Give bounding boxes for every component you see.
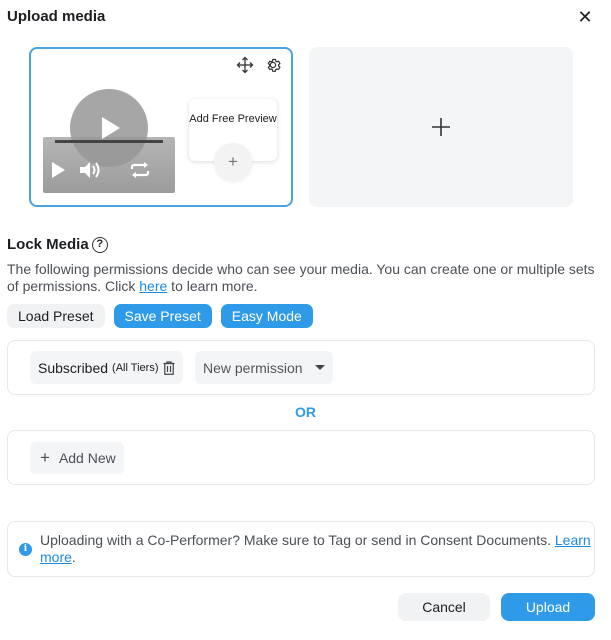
move-icon[interactable] [235, 55, 255, 75]
plus-icon [432, 118, 450, 136]
card-tools [235, 55, 283, 75]
add-new-label: Add New [58, 450, 116, 466]
lock-media-description: The following permissions decide who can… [7, 261, 602, 295]
trash-icon[interactable] [163, 360, 175, 375]
gear-icon[interactable] [263, 55, 283, 75]
volume-icon [80, 162, 100, 178]
subscribed-tiers: (All Tiers) [112, 361, 159, 374]
load-preset-button[interactable]: Load Preset [7, 304, 105, 328]
dialog-title: Upload media [7, 8, 106, 25]
plus-icon: + [40, 448, 50, 467]
video-progress-bar [55, 140, 163, 143]
play-icon [52, 162, 65, 178]
loop-icon [130, 162, 150, 178]
description-text: The following permissions decide who can… [7, 261, 595, 294]
caret-down-icon [314, 365, 325, 370]
plus-icon[interactable]: + [214, 143, 252, 181]
video-controls [49, 161, 151, 179]
subscribed-permission-chip[interactable]: Subscribed (All Tiers) [30, 351, 183, 384]
add-permission-set: + Add New [7, 430, 595, 485]
question-circle-icon[interactable]: ? [91, 236, 108, 253]
add-media-button[interactable] [309, 47, 573, 207]
subscribed-label: Subscribed [38, 359, 109, 376]
notice-message: Uploading with a Co-Performer? Make sure… [40, 532, 555, 548]
permission-set: Subscribed (All Tiers) New permission [7, 340, 595, 395]
description-suffix: to learn more. [167, 278, 258, 294]
close-icon[interactable]: ✕ [574, 8, 596, 26]
notice-text: Uploading with a Co-Performer? Make sure… [40, 532, 592, 566]
or-divider: OR [295, 404, 316, 420]
play-overlay-icon[interactable] [70, 89, 148, 167]
lock-media-heading: Lock Media ? [7, 236, 108, 253]
upload-button[interactable]: Upload [501, 593, 595, 621]
new-permission-dropdown[interactable]: New permission [195, 351, 333, 384]
save-preset-button[interactable]: Save Preset [113, 304, 212, 328]
easy-mode-button[interactable]: Easy Mode [220, 304, 313, 328]
add-free-preview-label: Add Free Preview [189, 113, 277, 125]
lock-media-title: Lock Media [7, 236, 89, 253]
preset-buttons: Load Preset Save Preset Easy Mode [7, 304, 313, 328]
notice-suffix: . [71, 549, 76, 565]
media-preview-card[interactable]: Add Free Preview + [29, 47, 293, 207]
new-permission-label: New permission [203, 359, 303, 376]
cancel-button[interactable]: Cancel [398, 593, 490, 621]
co-performer-notice: i Uploading with a Co-Performer? Make su… [7, 521, 595, 577]
info-icon: i [19, 543, 32, 556]
learn-more-link[interactable]: here [139, 278, 167, 294]
add-new-button[interactable]: + Add New [30, 442, 124, 474]
